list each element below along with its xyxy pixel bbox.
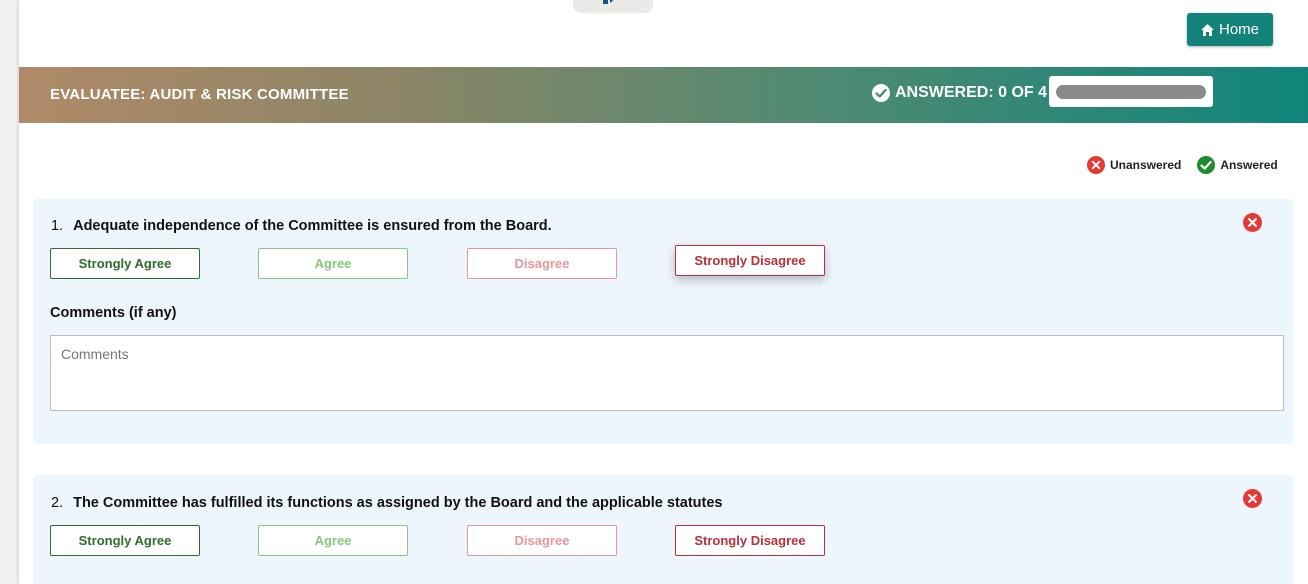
strongly-disagree-button[interactable]: Strongly Disagree — [675, 245, 825, 276]
home-button[interactable]: Home — [1187, 13, 1273, 46]
progress-bar — [1056, 85, 1206, 99]
check-circle-icon — [1197, 156, 1216, 174]
evaluation-page: Home EVALUATEE: AUDIT & RISK COMMITTEE A… — [19, 0, 1308, 584]
question-number: 2. — [51, 495, 64, 511]
x-circle-icon — [1087, 156, 1105, 174]
comments-label: Comments (if any) — [50, 305, 177, 321]
evaluatee-title: EVALUATEE: AUDIT & RISK COMMITTEE — [50, 86, 349, 103]
disagree-button[interactable]: Disagree — [467, 525, 617, 556]
unanswered-status-icon — [1243, 213, 1262, 232]
strongly-disagree-button[interactable]: Strongly Disagree — [675, 525, 825, 556]
progress-box — [1049, 76, 1213, 107]
unanswered-status-icon — [1243, 489, 1262, 508]
check-circle-icon — [872, 84, 890, 102]
answered-count: ANSWERED: 0 OF 4 — [872, 84, 1047, 102]
question-card: 1. Adequate independence of the Committee… — [33, 199, 1293, 444]
question-text: 2. The Committee has fulfilled its functi… — [51, 495, 723, 511]
question-label: The Committee has fulfilled its function… — [73, 495, 723, 511]
question-card: 2. The Committee has fulfilled its functi… — [33, 475, 1293, 584]
logo — [573, 0, 653, 13]
status-legend: Unanswered Answered — [1087, 156, 1278, 174]
home-button-label: Home — [1218, 21, 1259, 38]
comments-input[interactable] — [50, 335, 1284, 411]
question-label: Adequate independence of the Committee i… — [73, 218, 552, 234]
strongly-agree-button[interactable]: Strongly Agree — [50, 248, 200, 279]
home-icon — [1200, 23, 1214, 36]
agree-button[interactable]: Agree — [258, 525, 408, 556]
strongly-agree-button[interactable]: Strongly Agree — [50, 525, 200, 556]
legend-answered: Answered — [1220, 158, 1278, 172]
answered-count-text: ANSWERED: 0 OF 4 — [895, 84, 1048, 101]
question-text: 1. Adequate independence of the Committee… — [51, 218, 552, 234]
evaluatee-banner: EVALUATEE: AUDIT & RISK COMMITTEE ANSWER… — [19, 67, 1308, 123]
logo-icon — [603, 0, 614, 4]
agree-button[interactable]: Agree — [258, 248, 408, 279]
legend-unanswered: Unanswered — [1110, 158, 1182, 172]
disagree-button[interactable]: Disagree — [467, 248, 617, 279]
question-number: 1. — [51, 218, 64, 234]
